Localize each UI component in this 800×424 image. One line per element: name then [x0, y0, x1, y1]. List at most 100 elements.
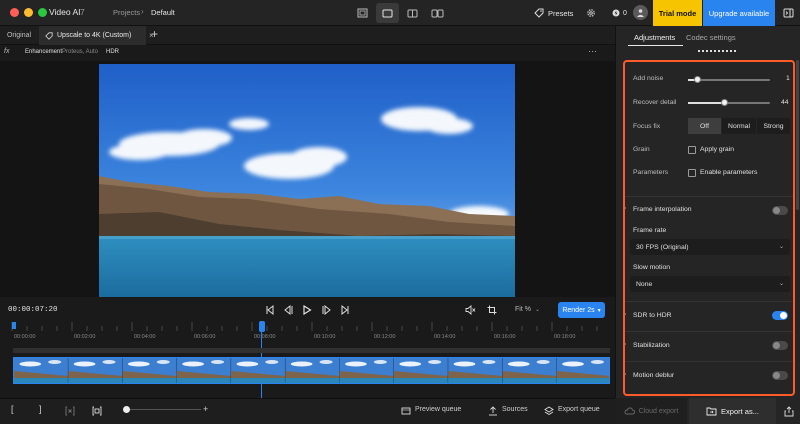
upgrade-button[interactable]: Upgrade available	[703, 0, 775, 26]
export-as-label: Export as...	[721, 406, 759, 416]
chevron-down-icon: ▾	[597, 307, 601, 314]
close-window-button[interactable]	[10, 8, 19, 17]
ruler-tick-label: 00:02:00	[74, 334, 96, 340]
in-point-marker[interactable]	[12, 322, 16, 329]
timecode: 00:00:07:20	[8, 306, 58, 314]
cloud-export-button[interactable]: Cloud export	[615, 398, 687, 424]
crop-view-icon	[357, 8, 368, 18]
toggle-panel-button[interactable]	[776, 0, 800, 26]
skip-to-start-button[interactable]	[263, 303, 277, 317]
zoom-fit-select[interactable]: Fit %	[515, 306, 531, 313]
video-filmstrip[interactable]	[13, 357, 610, 384]
share-button[interactable]	[777, 398, 800, 424]
filmstrip-frame	[231, 358, 286, 383]
clear-range-button[interactable]	[63, 404, 77, 418]
set-in-point-button[interactable]: [	[11, 404, 14, 414]
trial-mode-button[interactable]: Trial mode	[653, 0, 702, 26]
add-tab-button[interactable]: +	[151, 27, 158, 41]
skip-end-icon	[341, 305, 349, 315]
next-frame-icon	[322, 305, 331, 315]
ruler-tick-label: 00:04:00	[134, 334, 156, 340]
credits-badge[interactable]: 0	[612, 6, 627, 20]
tab-upscale-label: Upscale to 4K (Custom)	[57, 32, 132, 39]
next-frame-button[interactable]	[319, 303, 333, 317]
upload-icon	[486, 404, 500, 418]
filmstrip-frames	[14, 358, 609, 383]
filmstrip-frame	[339, 358, 395, 383]
view-crop-button[interactable]	[351, 3, 374, 23]
prev-frame-icon	[284, 305, 293, 315]
presets-button[interactable]: Presets	[534, 5, 573, 21]
tab-upscale-4k[interactable]: Upscale to 4K (Custom)	[39, 26, 146, 45]
timeline-ruler[interactable]: 00:00:00 00:02:00 00:04:00 00:06:00 00:08:00…	[10, 322, 610, 340]
filmstrip-frame	[68, 358, 123, 383]
hdr-label[interactable]: HDR	[106, 49, 119, 55]
filmstrip-frame	[393, 358, 449, 383]
zoom-slider-thumb[interactable]	[123, 406, 130, 413]
mute-button[interactable]	[463, 303, 477, 317]
zoom-window-button[interactable]	[38, 8, 47, 17]
app-version: 7	[80, 7, 85, 17]
export-as-button[interactable]: Export as...	[689, 398, 776, 424]
render-button[interactable]: Render 2s ▾	[558, 302, 605, 318]
set-out-point-button[interactable]: ]	[39, 404, 42, 414]
share-icon	[784, 405, 793, 416]
enhancement-bar: fx Enhancement Proteus, Auto HDR ···	[0, 45, 615, 61]
minimize-window-button[interactable]	[24, 8, 33, 17]
preset-tag-icon	[45, 31, 53, 40]
ruler-tick-label: 00:06:00	[194, 334, 216, 340]
skip-start-icon	[266, 305, 274, 315]
zoom-slider-track[interactable]	[125, 409, 201, 410]
view-split-button[interactable]	[401, 3, 424, 23]
ruler-tick-label: 00:08:00	[254, 334, 276, 340]
panel-scrollbar[interactable]	[796, 60, 799, 210]
zoom-in-button[interactable]: +	[203, 404, 208, 414]
ruler-tick-label: 00:10:00	[314, 334, 336, 340]
sources-button[interactable]: Sources	[502, 406, 528, 413]
tab-adjustments[interactable]: Adjustments	[634, 33, 675, 42]
preview-queue-icon	[399, 404, 413, 418]
landscape-image	[99, 64, 515, 297]
enhancement-label[interactable]: Enhancement	[25, 49, 62, 55]
fx-icon[interactable]: fx	[4, 48, 9, 55]
ruler-tick-label: 00:16:00	[494, 334, 516, 340]
video-preview[interactable]	[99, 64, 515, 297]
gear-icon	[587, 9, 595, 17]
crop-button[interactable]	[485, 303, 499, 317]
tab-codec-settings[interactable]: Codec settings	[686, 33, 736, 42]
settings-button[interactable]	[583, 5, 599, 21]
breadcrumb-projects[interactable]: Projects	[113, 8, 140, 17]
app-title: Video AI	[49, 7, 81, 17]
export-queue-button[interactable]: Export queue	[558, 406, 600, 413]
chevron-down-icon: ⌄	[535, 307, 541, 313]
cloud-export-label: Cloud export	[638, 407, 679, 415]
prev-frame-button[interactable]	[282, 303, 296, 317]
filmstrip-frame	[285, 358, 341, 383]
tab-bar: Original Upscale to 4K (Custom) ×	[0, 26, 615, 45]
scroll-dots	[698, 50, 736, 52]
play-button[interactable]	[300, 303, 314, 317]
filmstrip-frame	[448, 358, 503, 383]
view-side-by-side-button[interactable]	[426, 3, 449, 23]
playhead-handle[interactable]	[259, 321, 265, 332]
more-options-icon[interactable]: ···	[588, 46, 597, 56]
crop-icon	[487, 305, 497, 315]
avatar[interactable]	[633, 5, 648, 20]
layers-icon	[542, 404, 556, 418]
ruler-tick-label: 00:00:00	[14, 334, 36, 340]
breadcrumb-default[interactable]: Default	[151, 8, 175, 17]
view-single-button[interactable]	[376, 3, 399, 23]
preview-queue-button[interactable]: Preview queue	[415, 406, 461, 413]
tab-original[interactable]: Original	[0, 26, 38, 45]
single-view-icon	[382, 9, 393, 17]
ruler-tick-label: 00:12:00	[374, 334, 396, 340]
filmstrip-frame	[122, 358, 178, 383]
snapshot-range-button[interactable]	[90, 404, 104, 418]
range-frame-icon	[92, 406, 102, 416]
split-view-icon	[407, 9, 418, 17]
preset-tag-icon	[534, 8, 544, 18]
skip-to-end-button[interactable]	[338, 303, 352, 317]
filmstrip-frame	[502, 358, 558, 383]
highlight-box	[623, 60, 795, 396]
export-folder-icon	[706, 407, 717, 416]
